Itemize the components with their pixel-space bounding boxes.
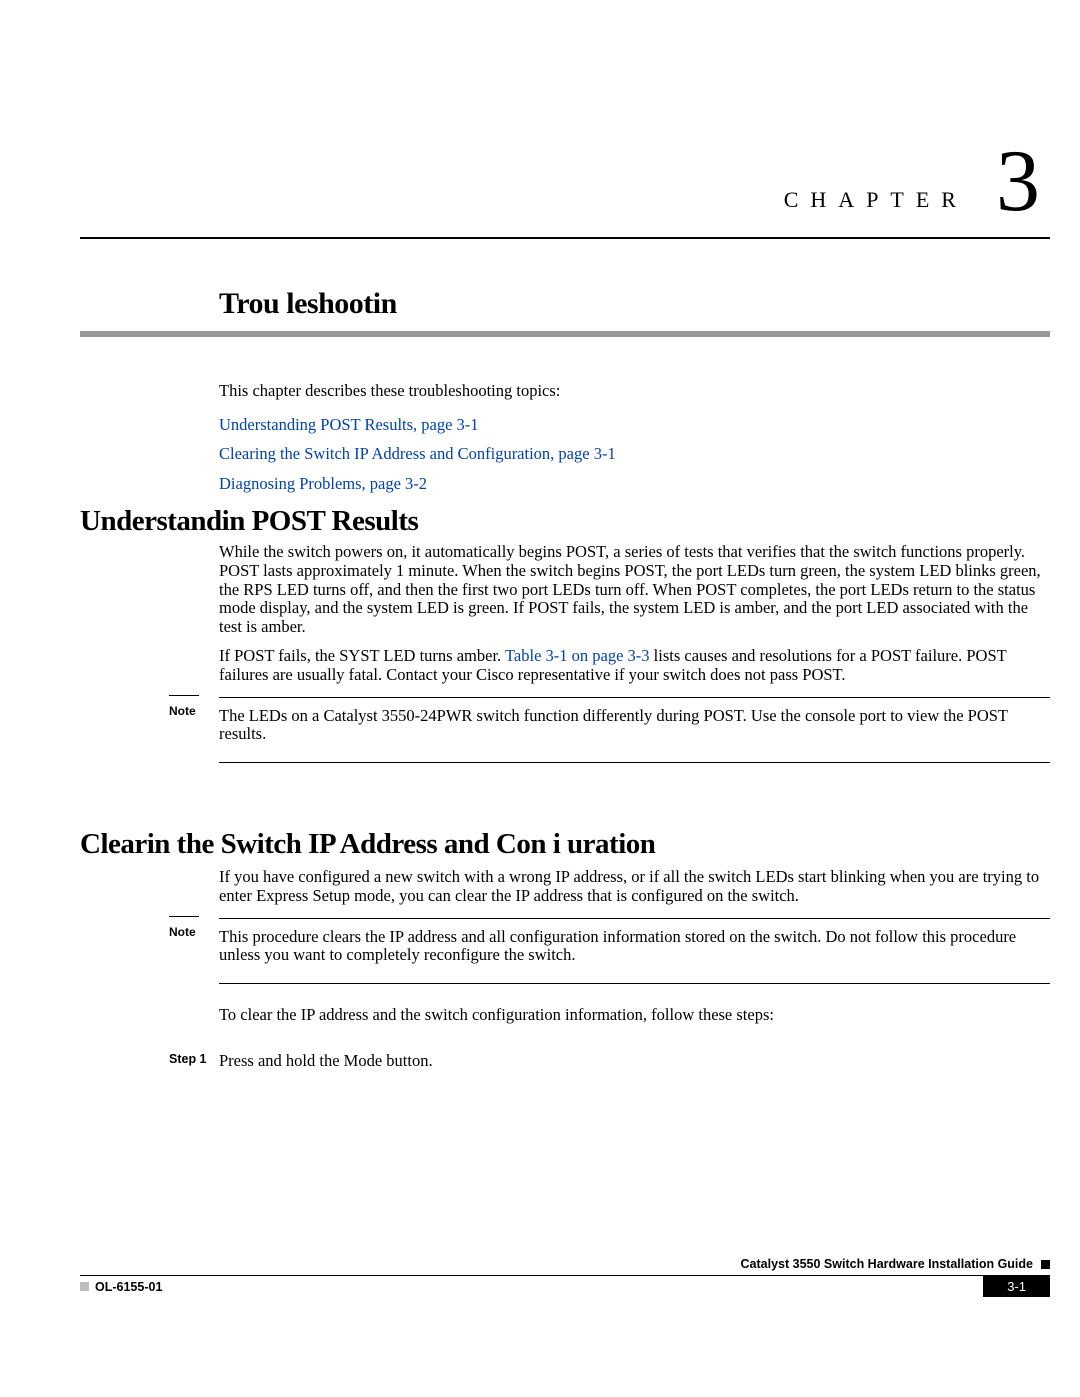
body-paragraph: If you have configured a new switch with…	[219, 868, 1050, 906]
xref-link[interactable]: Clearing the Switch IP Address and Confi…	[219, 444, 616, 463]
note-label: Note	[169, 705, 196, 719]
body-paragraph: If POST fails, the SYST LED turns amber.…	[219, 647, 1050, 685]
chapter-title: Trou leshootin	[219, 287, 1050, 321]
xref-link[interactable]: Table 3-1 on page 3-3	[505, 646, 650, 665]
divider	[219, 762, 1050, 763]
note-block: Note This procedure clears the IP addres…	[219, 924, 1050, 978]
divider	[80, 331, 1050, 337]
step-text: Press and hold the Mode button.	[219, 1052, 1050, 1071]
xref-link[interactable]: Diagnosing Problems, page 3-2	[219, 474, 427, 493]
chapter-number: 3	[996, 138, 1040, 226]
divider	[219, 918, 1050, 919]
chapter-header: CHAPTER 3 Trou leshootin	[80, 135, 1050, 337]
xref-link[interactable]: Understanding POST Results, page 3-1	[219, 415, 479, 434]
section-heading: Understandin POST Results	[80, 505, 1080, 538]
footer-guide-title: Catalyst 3550 Switch Hardware Installati…	[741, 1257, 1033, 1271]
chapter-label: CHAPTER	[784, 187, 968, 213]
divider	[219, 983, 1050, 984]
text-span: If POST fails, the SYST LED turns amber.	[219, 646, 505, 665]
footer-doc-id: OL-6155-01	[95, 1280, 162, 1294]
step-row: Step 1 Press and hold the Mode button.	[219, 1052, 1050, 1071]
divider	[219, 697, 1050, 698]
divider	[169, 695, 199, 696]
body-paragraph: While the switch powers on, it automatic…	[219, 543, 1050, 637]
intro-links: Understanding POST Results, page 3-1 Cle…	[219, 412, 1050, 497]
page-footer: Catalyst 3550 Switch Hardware Installati…	[80, 1257, 1050, 1297]
divider	[169, 916, 199, 917]
note-text: The LEDs on a Catalyst 3550-24PWR switch…	[219, 703, 1050, 749]
section-clearing-ip: Clearin the Switch IP Address and Con i …	[80, 828, 1080, 861]
note-label: Note	[169, 926, 196, 940]
marker-icon	[80, 1282, 89, 1291]
intro-text: This chapter describes these troubleshoo…	[219, 378, 1050, 404]
divider	[80, 237, 1050, 239]
section-heading: Clearin the Switch IP Address and Con i …	[80, 828, 1080, 861]
footer-page-number: 3-1	[983, 1276, 1050, 1297]
note-block: Note The LEDs on a Catalyst 3550-24PWR s…	[219, 703, 1050, 757]
intro-block: This chapter describes these troubleshoo…	[219, 378, 1050, 500]
step-label: Step 1	[169, 1052, 207, 1066]
note-text: This procedure clears the IP address and…	[219, 924, 1050, 970]
instruction-lead: To clear the IP address and the switch c…	[219, 1006, 1050, 1025]
marker-icon	[1041, 1260, 1050, 1269]
section-post-results: Understandin POST Results While the swit…	[80, 505, 1080, 538]
